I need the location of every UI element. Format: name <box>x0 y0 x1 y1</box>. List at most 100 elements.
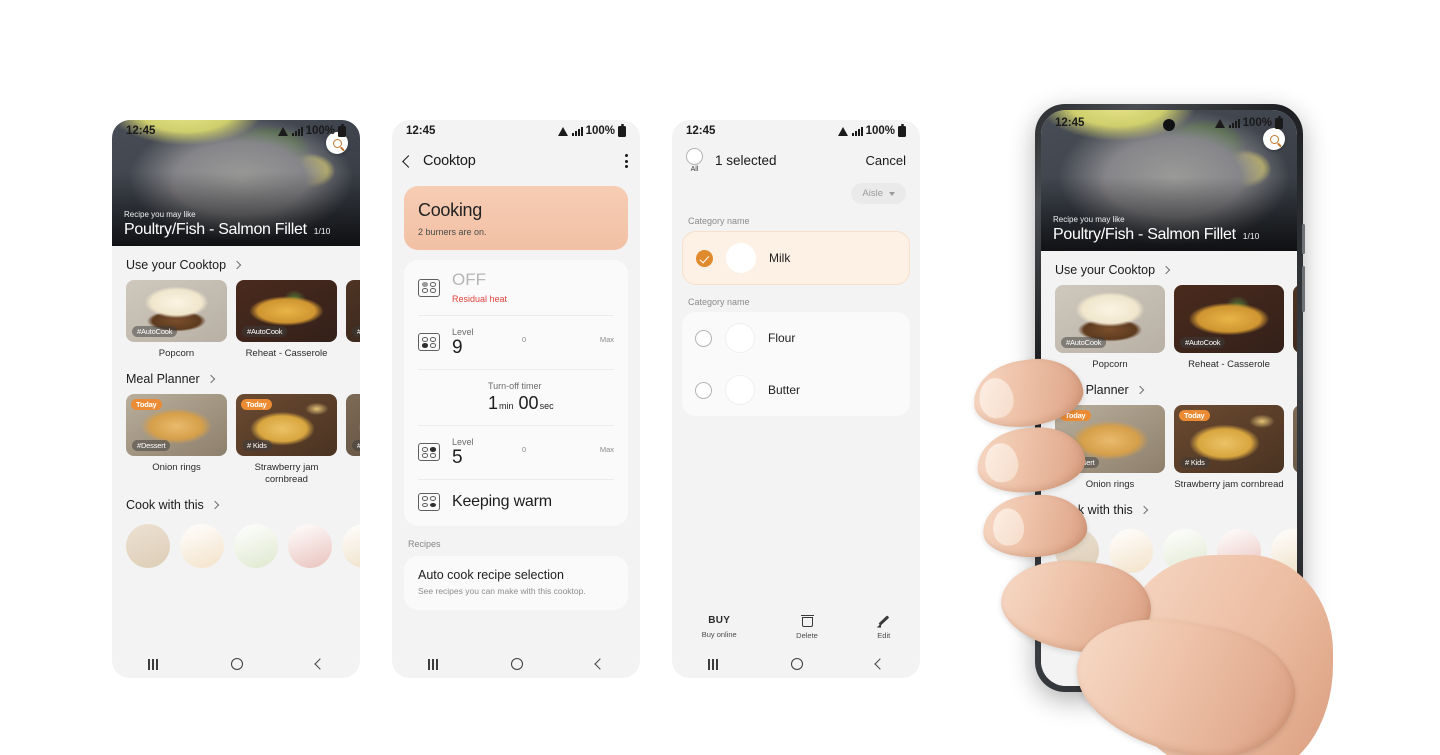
cooking-status-card[interactable]: Cooking 2 burners are on. <box>404 186 628 250</box>
section-header-cooktop[interactable]: Use your Cooktop <box>112 246 360 280</box>
recents-icon[interactable] <box>428 658 438 670</box>
home-icon[interactable] <box>510 658 523 670</box>
recipe-card[interactable]: Today # Kids Strawberry jam cornbread <box>236 393 337 486</box>
burner-row-level-9[interactable]: Level 9 0 Max <box>418 315 614 369</box>
recipe-card[interactable]: #AutoCook Reheat - Casserole <box>236 280 337 360</box>
recipe-thumbnail: #AutoCook <box>1055 285 1165 353</box>
recipe-card[interactable]: #AutoCook Popcorn <box>126 280 227 360</box>
item-checkbox[interactable] <box>695 329 712 347</box>
level-label: Level <box>452 436 474 447</box>
burner-state: OFF <box>452 270 486 289</box>
recipe-card[interactable]: #AutoCook Reheat - Casserole <box>1174 285 1284 371</box>
recipe-caption: Onion rings <box>152 461 201 473</box>
turn-off-timer-row[interactable]: Turn-off timer 1min 00sec <box>418 368 614 425</box>
ingredient-thumbnail[interactable] <box>1271 528 1297 573</box>
chevron-right-icon[interactable] <box>1139 505 1149 514</box>
chevron-down-icon <box>889 191 895 196</box>
recipe-thumbnail: #A <box>1293 404 1297 473</box>
ingredient-row[interactable] <box>1041 525 1297 573</box>
chevron-right-icon[interactable] <box>232 260 242 270</box>
cooktop-card-row[interactable]: #AutoCook Popcorn #AutoCook Reheat - Cas… <box>1041 285 1297 371</box>
recents-icon[interactable] <box>1078 664 1089 676</box>
cancel-button[interactable]: Cancel <box>866 153 906 168</box>
back-icon[interactable] <box>313 658 326 670</box>
ingredient-thumbnail[interactable] <box>126 523 170 568</box>
app-bar: Cooktop <box>392 142 640 180</box>
back-icon[interactable] <box>873 658 886 670</box>
section-header-meal-planner[interactable]: Meal Planner <box>112 360 360 394</box>
recipe-card[interactable]: #A Fire <box>346 393 360 486</box>
section-header-cooktop[interactable]: Use your Cooktop <box>1041 251 1297 285</box>
meal-planner-card-row[interactable]: Today #Dessert Onion rings Today # Kids … <box>112 393 360 486</box>
home-icon[interactable] <box>1163 664 1176 676</box>
recipe-card[interactable]: #AutoCook Popcorn <box>1055 285 1165 371</box>
select-all-checkbox[interactable] <box>686 148 703 165</box>
item-checkbox[interactable] <box>696 249 713 267</box>
chevron-right-icon[interactable] <box>206 374 215 384</box>
aisle-filter-dropdown[interactable]: Aisle <box>851 183 906 204</box>
ingredient-thumbnail[interactable] <box>1217 528 1261 573</box>
burner-row-off[interactable]: OFF Residual heat <box>418 260 614 315</box>
home-icon[interactable] <box>790 658 803 670</box>
section-header-cook-with-this[interactable]: Cook with this <box>1041 491 1297 525</box>
keeping-warm-row[interactable]: Keeping warm <box>418 478 614 526</box>
ingredient-thumbnail[interactable] <box>1109 528 1153 573</box>
trash-icon <box>800 614 814 627</box>
cooktop-card-row[interactable]: #AutoCook Popcorn #AutoCook Reheat - Cas… <box>112 280 360 360</box>
section-header-cook-with-this[interactable]: Cook with this <box>112 486 360 520</box>
back-icon[interactable] <box>593 658 606 670</box>
recipe-card[interactable]: Today #Dessert Onion rings <box>1055 404 1165 491</box>
ingredient-row[interactable] <box>112 520 360 568</box>
recents-icon[interactable] <box>148 658 158 670</box>
meal-planner-card-row[interactable]: Today #Dessert Onion rings Today # Kids … <box>1041 404 1297 491</box>
content: Use your Cooktop #AutoCook Popcorn #Auto… <box>1041 251 1297 573</box>
list-item[interactable]: Butter <box>682 364 910 416</box>
delete-button[interactable]: Delete <box>796 614 818 640</box>
timer-value: 1min 00sec <box>488 393 614 414</box>
burner-row-level-5[interactable]: Level 5 0 Max <box>418 424 614 479</box>
section-title: Meal Planner <box>1055 382 1129 397</box>
home-icon[interactable] <box>230 658 243 670</box>
list-item[interactable]: Milk <box>683 232 909 284</box>
select-all-control[interactable]: All <box>686 148 703 173</box>
edit-label: Edit <box>877 631 891 640</box>
slider-min-label: 0 <box>522 334 527 344</box>
recipe-caption: Popcorn <box>158 348 195 359</box>
list-item[interactable]: Flour <box>682 312 910 364</box>
chevron-right-icon[interactable] <box>210 500 220 509</box>
level-slider[interactable]: 0 Max <box>522 335 614 350</box>
signal-icon <box>852 126 863 136</box>
recipe-tag: #AutoCook <box>1180 337 1226 348</box>
recipe-card[interactable]: #A <box>346 280 360 360</box>
level-slider[interactable]: 0 Max <box>522 445 614 460</box>
edit-button[interactable]: Edit <box>877 614 890 640</box>
item-checkbox[interactable] <box>695 381 712 399</box>
back-icon[interactable] <box>402 154 415 168</box>
level-value: 5 <box>452 446 463 468</box>
recipe-card[interactable]: #A <box>1293 285 1297 371</box>
ingredient-thumbnail[interactable] <box>288 523 332 568</box>
back-icon[interactable] <box>1249 664 1261 676</box>
section-header-meal-planner[interactable]: Meal Planner <box>1041 371 1297 405</box>
ingredient-thumbnail[interactable] <box>1055 528 1099 573</box>
volume-button[interactable] <box>1302 224 1305 254</box>
recipe-card-subtitle: See recipes you can make with this cookt… <box>418 585 586 596</box>
front-camera <box>1163 119 1175 131</box>
auto-cook-recipe-card[interactable]: Auto cook recipe selection See recipes y… <box>404 555 628 610</box>
chevron-right-icon[interactable] <box>1161 265 1171 275</box>
chevron-right-icon[interactable] <box>1135 385 1144 395</box>
ingredient-thumbnail[interactable] <box>180 523 224 568</box>
recipe-card[interactable]: #A Fire <box>1293 404 1297 491</box>
ingredient-thumbnail[interactable] <box>234 523 278 568</box>
recents-icon[interactable] <box>708 658 718 670</box>
level-label: Level <box>452 327 474 337</box>
power-button[interactable] <box>1302 266 1305 312</box>
recipe-thumbnail: Today # Kids <box>1174 404 1284 473</box>
ingredient-thumbnail[interactable] <box>1163 528 1207 573</box>
buy-online-button[interactable]: BUY Buy online <box>702 615 737 639</box>
recipe-card[interactable]: Today #Dessert Onion rings <box>126 393 227 486</box>
recipe-card[interactable]: Today # Kids Strawberry jam cornbread <box>1174 404 1284 491</box>
ingredient-thumbnail[interactable] <box>342 523 360 568</box>
status-time: 12:45 <box>1055 117 1085 129</box>
more-options-icon[interactable] <box>625 154 628 168</box>
